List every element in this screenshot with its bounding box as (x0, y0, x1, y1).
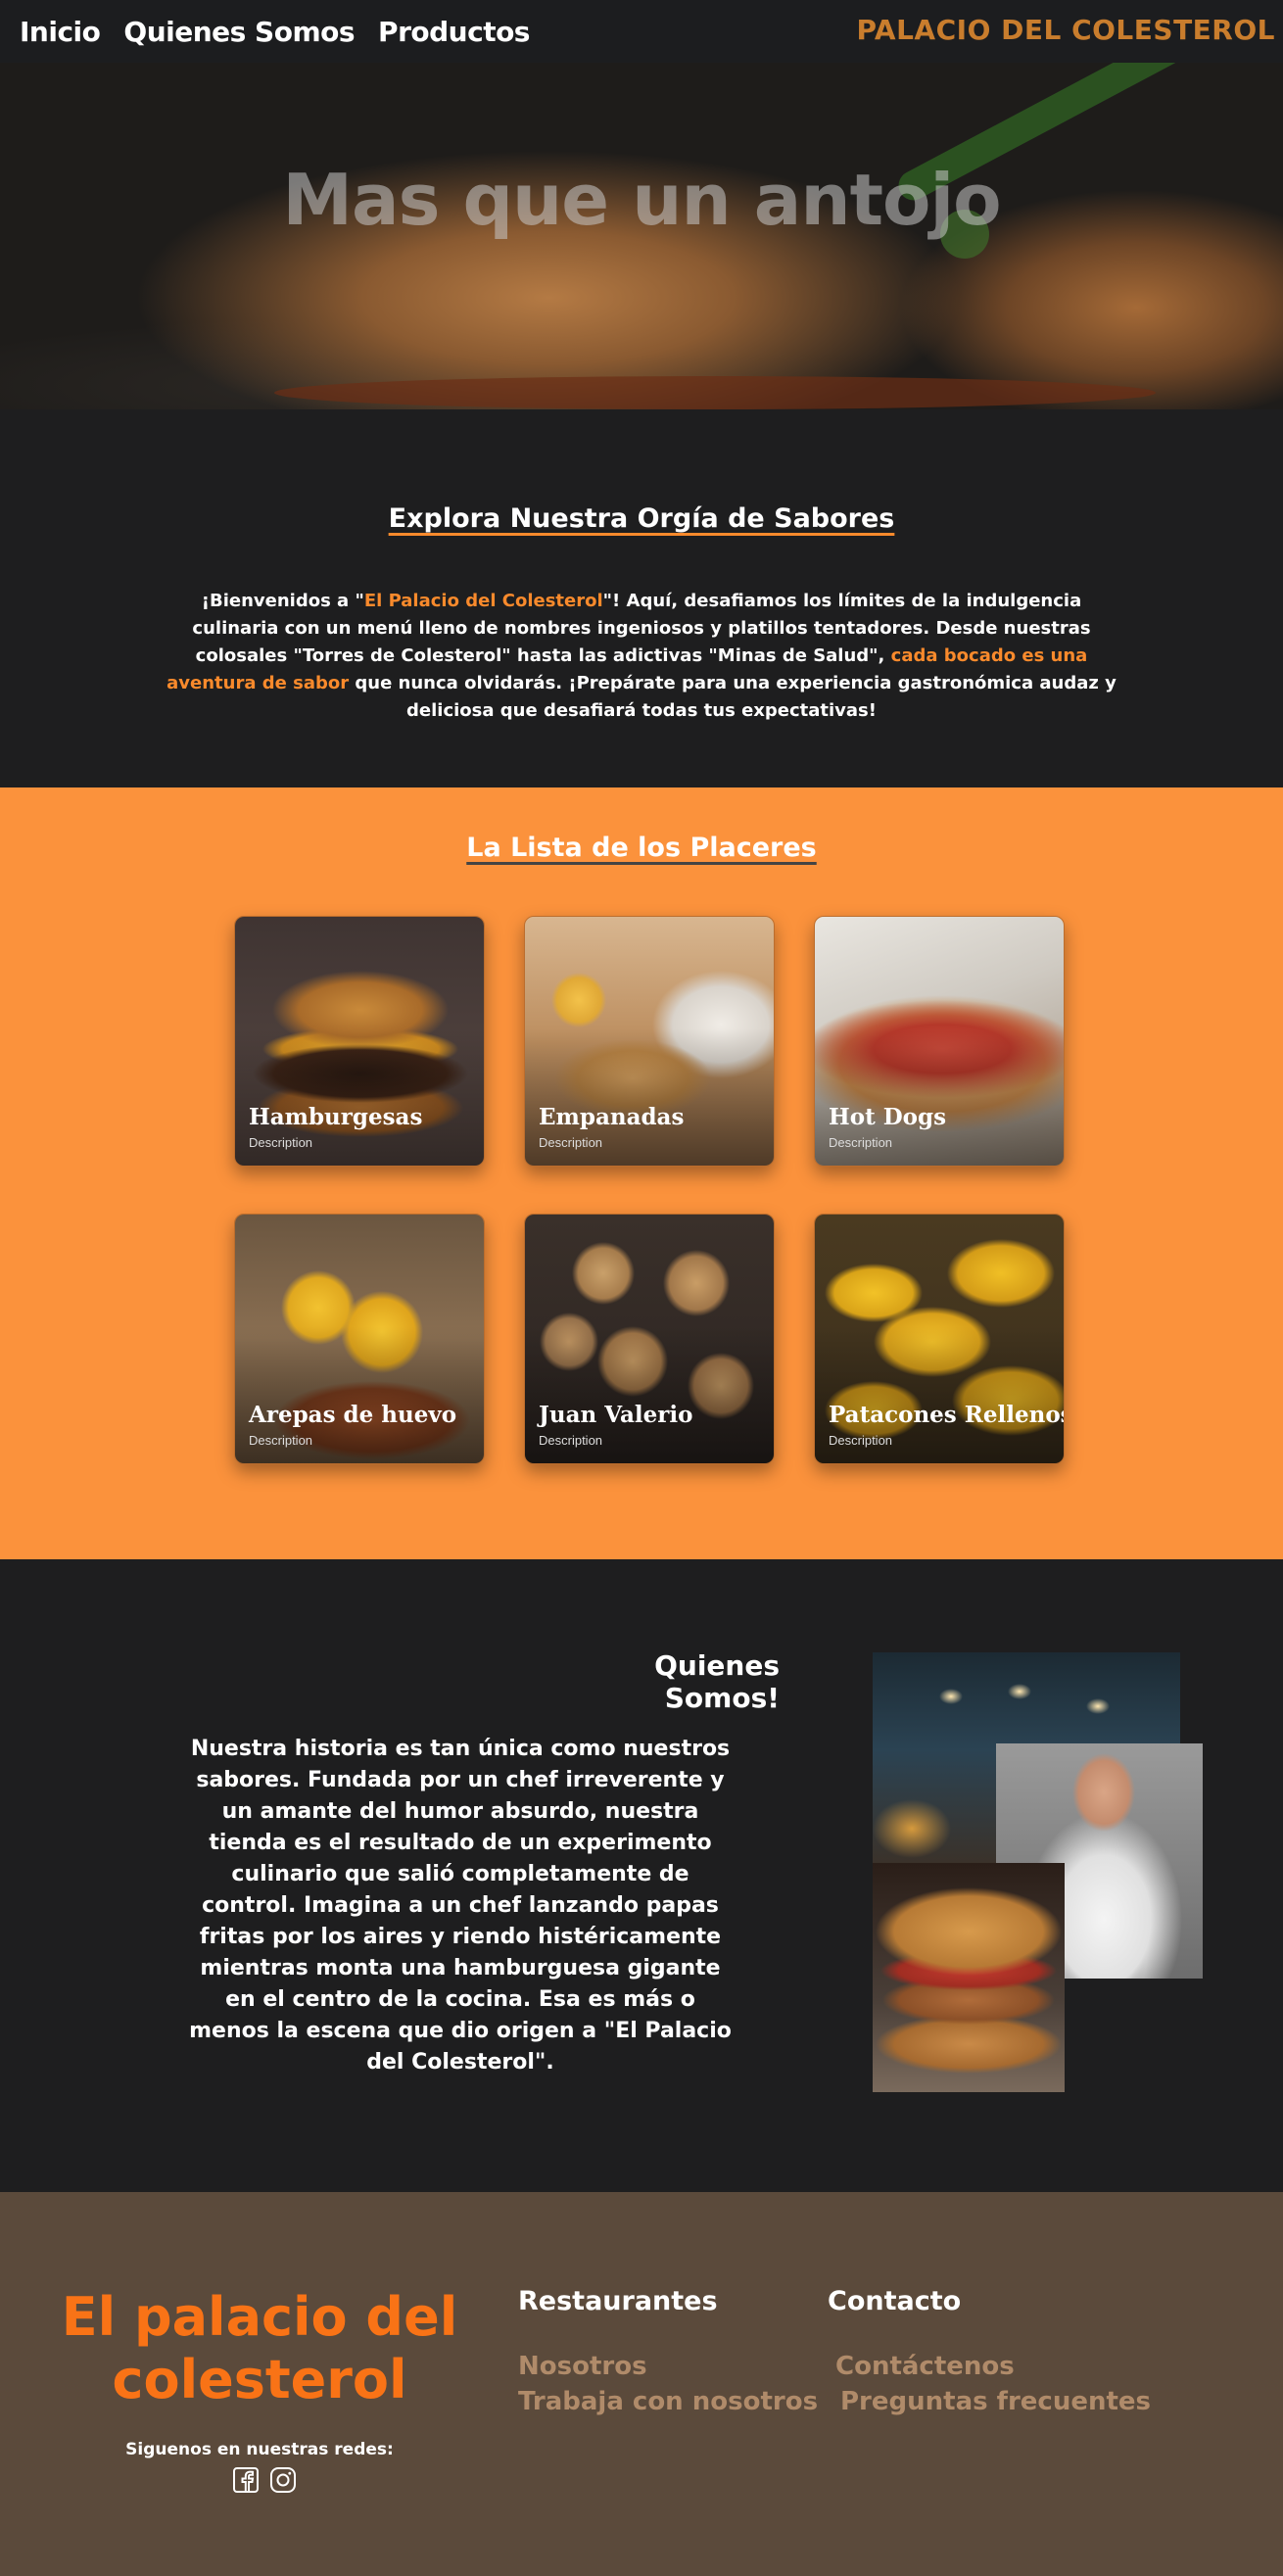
card-description: Description (249, 1135, 313, 1150)
footer-link-nosotros[interactable]: Nosotros (518, 2352, 647, 2381)
nav-link-quienes-somos[interactable]: Quienes Somos (123, 16, 355, 48)
burger-photo (873, 1863, 1065, 2092)
hero-title: Mas que un antojo (282, 159, 1001, 241)
card-description: Description (539, 1135, 603, 1150)
footer-link-trabaja-con-nosotros[interactable]: Trabaja con nosotros (518, 2387, 818, 2416)
product-card-juan-valerio[interactable]: Juan Valerio Description (524, 1214, 775, 1464)
top-navbar: Inicio Quienes Somos Productos PALACIO D… (0, 0, 1283, 63)
product-card-empanadas[interactable]: Empanadas Description (524, 916, 775, 1167)
footer-brand: El palacio del colesterol (61, 2286, 458, 2410)
instagram-icon[interactable] (268, 2465, 298, 2495)
quienes-text: Nuestra historia es tan única como nuest… (189, 1737, 732, 2075)
nav-link-inicio[interactable]: Inicio (20, 16, 101, 48)
card-description: Description (829, 1135, 893, 1150)
card-title: Empanadas (539, 1104, 685, 1130)
footer: El palacio del colesterol Siguenos en nu… (0, 2192, 1283, 2576)
quienes-title: Quienes Somos! (654, 1649, 780, 1714)
footer-col-contacto-title: Contacto (828, 2286, 962, 2316)
lista-title: La Lista de los Placeres (466, 833, 817, 863)
card-description: Description (249, 1433, 313, 1448)
nav-brand[interactable]: PALACIO DEL COLESTEROL (856, 14, 1275, 46)
card-title: Hamburgesas (249, 1104, 423, 1130)
card-title: Arepas de huevo (249, 1402, 457, 1428)
hero-banner: Mas que un antojo (0, 63, 1283, 409)
explora-text-part-1: ¡Bienvenidos a " (201, 591, 364, 611)
card-description: Description (539, 1433, 603, 1448)
footer-link-contactenos[interactable]: Contáctenos (835, 2352, 1015, 2381)
explora-highlight-brand: El Palacio del Colesterol (363, 591, 603, 611)
nav-link-productos[interactable]: Productos (378, 16, 530, 48)
nav-links: Inicio Quienes Somos Productos (20, 16, 530, 48)
product-card-hot-dogs[interactable]: Hot Dogs Description (814, 916, 1065, 1167)
card-description: Description (829, 1433, 893, 1448)
facebook-icon[interactable] (231, 2465, 261, 2495)
product-card-patacones-rellenos[interactable]: Patacones Rellenos Description (814, 1214, 1065, 1464)
product-card-hamburgesas[interactable]: Hamburgesas Description (234, 916, 485, 1167)
card-title: Juan Valerio (539, 1402, 693, 1428)
explora-text-part-3: que nunca olvidarás. ¡Prepárate para una… (349, 673, 1117, 721)
explora-title: Explora Nuestra Orgía de Sabores (388, 503, 895, 534)
card-title: Hot Dogs (829, 1104, 947, 1130)
quienes-section: Quienes Somos! Nuestra historia es tan ú… (0, 1559, 1283, 2192)
footer-col-restaurantes-title: Restaurantes (518, 2286, 718, 2316)
footer-link-preguntas-frecuentes[interactable]: Preguntas frecuentes (840, 2387, 1151, 2416)
footer-social-label: Siguenos en nuestras redes: (125, 2440, 394, 2459)
hero-image-sauce (274, 376, 1156, 409)
product-card-arepas-de-huevo[interactable]: Arepas de huevo Description (234, 1214, 485, 1464)
lista-section: La Lista de los Placeres Hamburgesas Des… (0, 787, 1283, 1559)
card-title: Patacones Rellenos (829, 1402, 1065, 1428)
explora-section: Explora Nuestra Orgía de Sabores ¡Bienve… (0, 409, 1283, 787)
explora-text: ¡Bienvenidos a "El Palacio del Colestero… (157, 588, 1126, 725)
footer-social-icons (231, 2465, 298, 2495)
